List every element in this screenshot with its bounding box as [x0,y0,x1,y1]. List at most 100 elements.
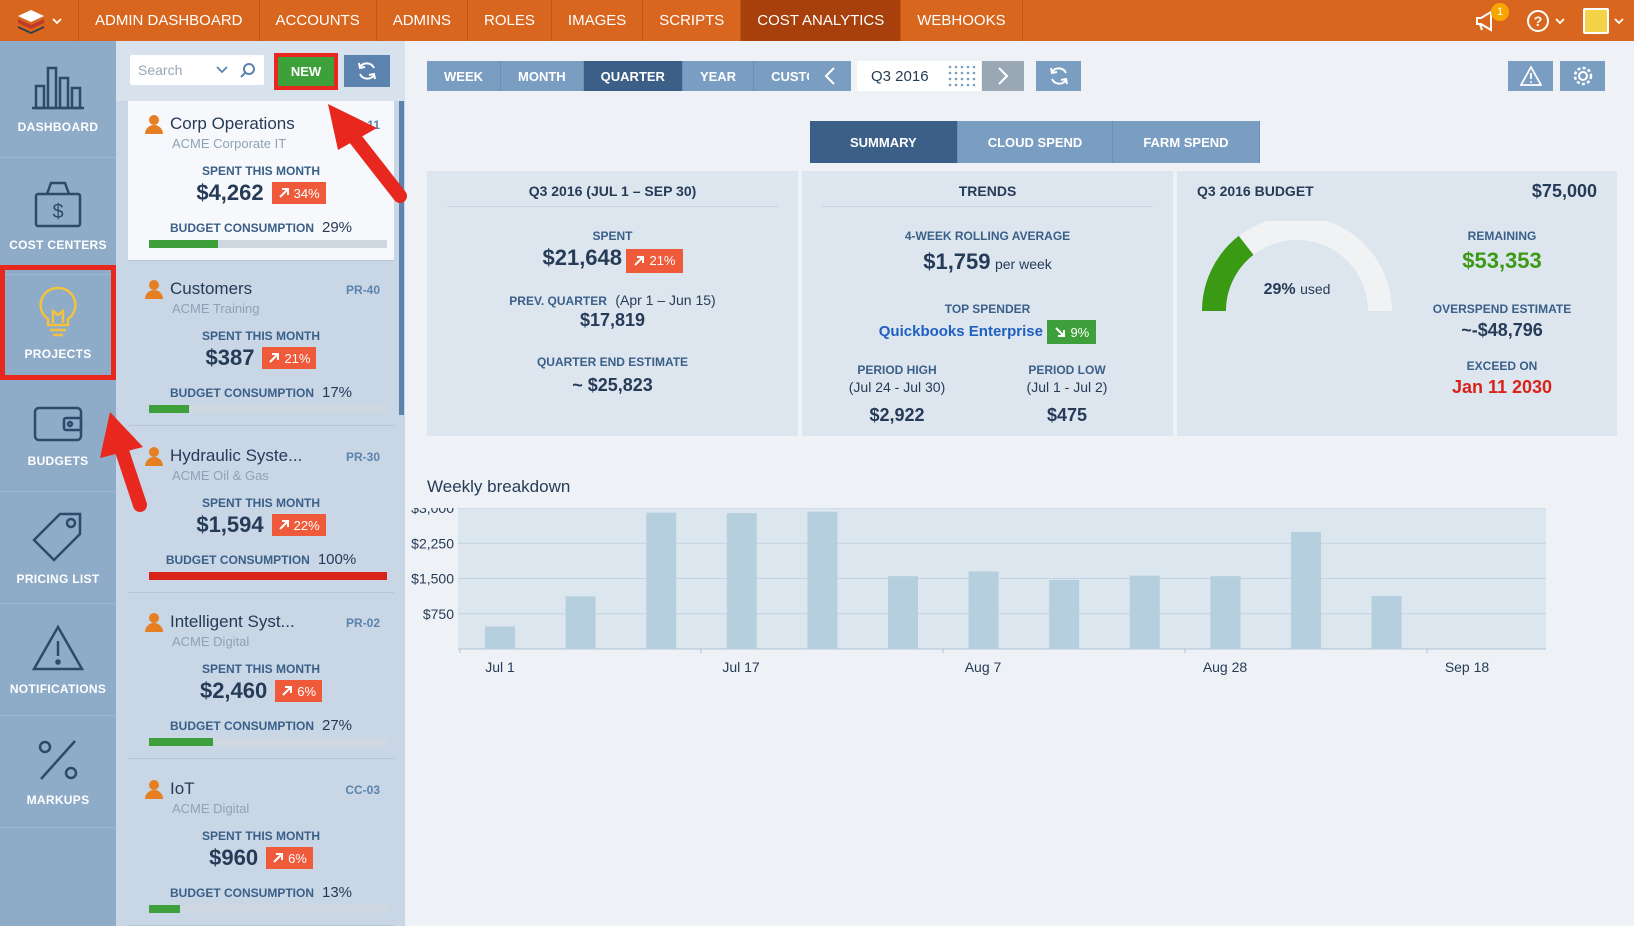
alerts-button[interactable] [1508,61,1553,91]
rail-item-projects[interactable]: PROJECTS [0,265,116,380]
project-card[interactable]: Corp Operations ACME Corporate IT PR-11 … [128,101,394,261]
overspend-value: ~-$48,796 [1461,320,1543,340]
chevron-left-icon [824,67,835,85]
budget-consumption-label: BUDGET CONSUMPTION [169,386,314,400]
nav-webhooks[interactable]: WEBHOOKS [901,0,1023,41]
budget-consumption-row: BUDGET CONSUMPTION 27% [128,717,394,734]
used-word: used [1300,281,1331,297]
refresh-icon [358,62,376,80]
period-high-range: (Jul 24 - Jul 30) [848,379,946,395]
x-tick-label: Jul 17 [722,659,760,675]
user-menu[interactable] [1583,7,1624,34]
x-tick-label: Aug 7 [965,659,1002,675]
spent-row: $387 21% [128,345,394,371]
nav-images[interactable]: IMAGES [552,0,644,41]
settings-button[interactable] [1560,61,1605,91]
budget-consumption-label: BUDGET CONSUMPTION [169,719,314,733]
y-tick-label: $2,250 [411,535,454,551]
chart-bar [565,596,596,649]
rail-item-label: COST CENTERS [9,238,107,252]
nav-admins[interactable]: ADMINS [377,0,469,41]
change-badge: 21% [262,347,317,369]
rail-item-markups[interactable]: MARKUPS [0,716,116,828]
trends-panel: TRENDS 4-WEEK ROLLING AVERAGE $1,759 per… [802,171,1173,436]
chart-bar [888,576,918,649]
project-org: ACME Training [172,301,260,316]
spent-change-badge: 21% [626,248,683,273]
calendar-grid-icon[interactable] [947,64,977,88]
nav-accounts[interactable]: ACCOUNTS [260,0,377,41]
avatar [1583,7,1609,34]
tab-summary[interactable]: SUMMARY [810,121,958,163]
refresh-button[interactable] [1036,61,1081,91]
current-period[interactable]: Q3 2016 [857,61,981,91]
search-icon[interactable] [240,62,256,78]
tab-cloud-spend[interactable]: CLOUD SPEND [957,121,1114,163]
search-input[interactable]: Search [130,55,264,85]
change-percent: 6% [288,850,307,866]
nav-cost-analytics[interactable]: COST ANALYTICS [741,0,902,41]
list-refresh-button[interactable] [344,55,390,87]
warning-triangle-icon [31,623,85,670]
person-icon [145,280,163,299]
nav-scripts[interactable]: SCRIPTS [643,0,742,41]
period-week[interactable]: WEEK [427,61,501,91]
spent-label: SPENT THIS MONTH [201,662,320,676]
rail-item-budgets[interactable]: BUDGETS [0,380,116,492]
rail-item-cost-centers[interactable]: $ COST CENTERS [0,158,116,275]
nav-roles[interactable]: ROLES [468,0,552,41]
project-name: Intelligent Syst... [170,612,295,631]
person-icon [145,780,163,799]
rail-item-dashboard[interactable]: DASHBOARD [0,41,116,158]
list-scrollbar[interactable] [399,101,404,415]
change-percent: 6% [297,683,317,699]
budget-progress-fill [149,240,219,248]
x-tick-label: Aug 28 [1203,659,1248,675]
new-project-button[interactable]: NEW [278,57,334,86]
percent-icon [38,739,78,780]
chart-bar [726,513,757,649]
left-rail: DASHBOARD $ COST CENTERS PROJECTS BUDGET… [0,41,116,926]
budget-progress-fill [149,738,214,746]
announcements-button[interactable]: 1 [1474,0,1509,41]
project-code: CC-03 [345,783,380,797]
spent-amount: $387 [205,345,255,370]
warning-triangle-icon [1519,66,1542,86]
project-code: PR-02 [345,616,380,630]
rail-item-label: PRICING LIST [16,571,100,586]
top-spender-link[interactable]: Quickbooks Enterprise [879,323,1043,340]
budget-consumption-value: 100% [317,551,357,568]
budget-consumption-row: BUDGET CONSUMPTION 13% [128,884,394,901]
spent-row: $960 6% [128,845,394,871]
budget-progress-bar [149,738,387,746]
period-month[interactable]: MONTH [501,61,584,91]
project-code: PR-40 [345,283,380,297]
period-low-range: (Jul 1 - Jul 2) [1026,379,1108,395]
help-menu[interactable]: ? [1526,9,1565,33]
top-navbar: ADMIN DASHBOARD ACCOUNTS ADMINS ROLES IM… [0,0,1634,41]
app-logo-menu[interactable] [0,0,79,41]
project-card[interactable]: Intelligent Syst... ACME Digital PR-02 S… [128,599,394,759]
used-percent: 29% [1263,281,1296,298]
project-name: Hydraulic Syste... [170,446,303,465]
chart-bar [1049,579,1080,649]
chart-title: Weekly breakdown [427,477,571,496]
budget-panel: Q3 2016 BUDGET $75,000 29% used REMAININ… [1177,171,1617,436]
rail-item-label: NOTIFICATIONS [9,681,107,696]
estimate-label: QUARTER END ESTIMATE [536,355,689,369]
prev-period-button[interactable] [809,61,851,91]
rail-item-notifications[interactable]: NOTIFICATIONS [0,604,116,716]
period-quarter[interactable]: QUARTER [583,61,683,91]
budget-consumption-value: 17% [321,384,353,401]
tab-farm-spend[interactable]: FARM SPEND [1113,121,1260,163]
next-period-button[interactable] [982,61,1024,91]
nav-admin-dashboard[interactable]: ADMIN DASHBOARD [79,0,260,41]
project-card[interactable]: IoT ACME Digital CC-03 SPENT THIS MONTH … [128,766,394,926]
project-card[interactable]: Customers ACME Training PR-40 SPENT THIS… [128,266,394,426]
budget-consumption-value: 13% [321,884,353,901]
trend-up-icon [273,853,284,863]
project-card[interactable]: Hydraulic Syste... ACME Oil & Gas PR-30 … [128,433,394,593]
rail-item-pricing-list[interactable]: PRICING LIST [0,492,116,604]
y-tick-label: $750 [423,606,454,622]
period-year[interactable]: YEAR [682,61,755,91]
